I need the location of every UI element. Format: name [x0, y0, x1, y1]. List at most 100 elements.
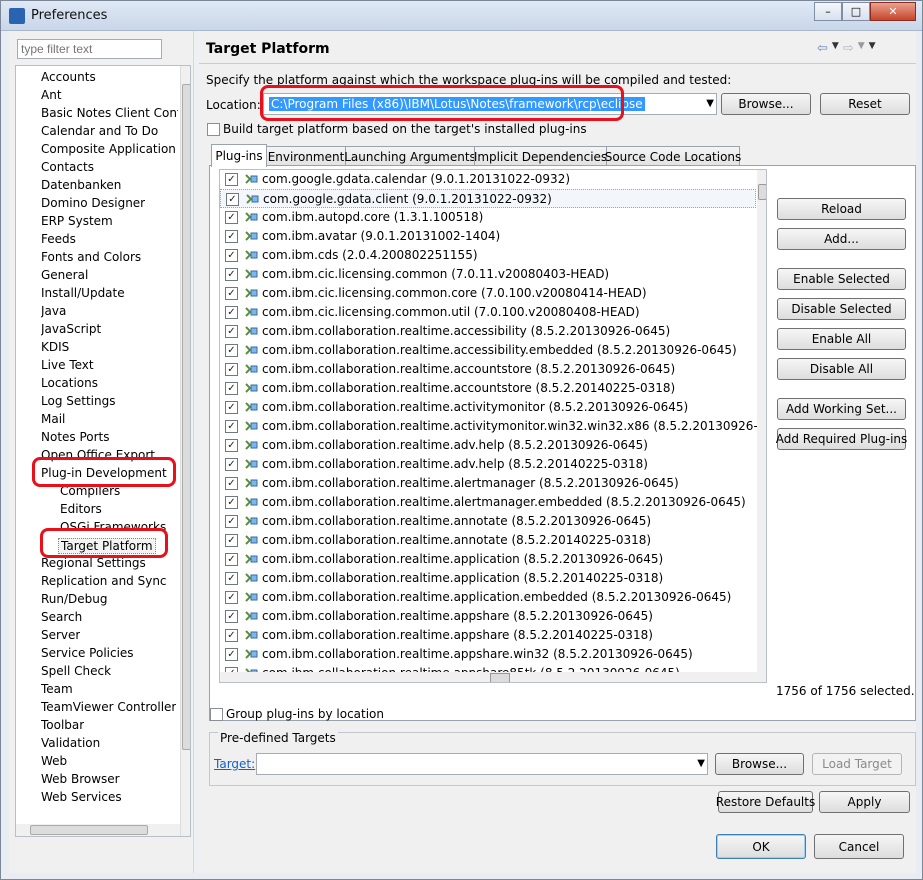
target-combo[interactable]: ▼: [256, 753, 708, 775]
tab-plug-ins[interactable]: Plug-ins: [211, 144, 267, 167]
plug-in-checkbox[interactable]: ✓: [225, 591, 238, 604]
tree-item[interactable]: Spell Check: [41, 664, 111, 678]
tree-item[interactable]: Notes Ports: [41, 430, 110, 444]
tree-scroll-thumb[interactable]: [182, 84, 190, 750]
sash[interactable]: [193, 31, 199, 873]
plug-in-row[interactable]: ✓ com.ibm.autopd.core (1.3.1.100518): [220, 208, 756, 227]
plug-in-row[interactable]: ✓ com.ibm.cic.licensing.common (7.0.11.v2…: [220, 265, 756, 284]
tree-item[interactable]: Java: [41, 304, 66, 318]
tree-item[interactable]: OSGi Frameworks: [60, 520, 166, 534]
tree-item[interactable]: Calendar and To Do: [41, 124, 158, 138]
back-dropdown-icon[interactable]: ▼: [832, 41, 839, 56]
cancel-button[interactable]: Cancel: [814, 834, 904, 859]
plug-in-row[interactable]: ✓ com.ibm.cds (2.0.4.200802251155): [220, 246, 756, 265]
list-scroll-thumb[interactable]: [758, 184, 766, 200]
forward-dropdown-icon[interactable]: ▼: [858, 41, 865, 56]
plug-in-checkbox[interactable]: ✓: [225, 249, 238, 262]
plug-in-row[interactable]: ✓ com.ibm.avatar (9.0.1.20131002-1404): [220, 227, 756, 246]
plug-in-checkbox[interactable]: ✓: [225, 382, 238, 395]
tab-implicit-dependencies[interactable]: Implicit Dependencies: [474, 146, 607, 166]
plug-in-checkbox[interactable]: ✓: [225, 648, 238, 661]
tree-item[interactable]: Toolbar: [41, 718, 84, 732]
tree-item[interactable]: Datenbanken: [41, 178, 121, 192]
tree-item[interactable]: Web Browser: [41, 772, 120, 786]
tree-item[interactable]: Log Settings: [41, 394, 115, 408]
tree-item[interactable]: Editors: [60, 502, 102, 516]
plug-in-row[interactable]: ✓ com.ibm.collaboration.realtime.annotate…: [220, 512, 756, 531]
enable-selected-button[interactable]: Enable Selected: [777, 268, 906, 290]
chevron-down-icon[interactable]: ▼: [706, 98, 714, 109]
plug-in-row[interactable]: ✓ com.ibm.collaboration.realtime.adv.help…: [220, 455, 756, 474]
plug-in-row[interactable]: ✓ com.ibm.collaboration.realtime.accounts…: [220, 360, 756, 379]
build-target-checkbox[interactable]: [207, 123, 220, 136]
plug-in-row[interactable]: ✓ com.ibm.collaboration.realtime.applicat…: [220, 550, 756, 569]
tree-item[interactable]: Web Services: [41, 790, 122, 804]
tree-item[interactable]: Regional Settings: [41, 556, 146, 570]
tree-item[interactable]: Replication and Sync: [41, 574, 167, 588]
plug-in-checkbox[interactable]: ✓: [225, 477, 238, 490]
tree-item[interactable]: Mail: [41, 412, 65, 426]
tree-item[interactable]: Live Text: [41, 358, 94, 372]
tree-item[interactable]: Web: [41, 754, 67, 768]
minimize-button[interactable]: –: [814, 2, 842, 21]
list-horizontal-scrollbar[interactable]: [220, 672, 766, 682]
back-arrow-icon[interactable]: ⇦: [817, 41, 828, 56]
tree-item[interactable]: General: [41, 268, 88, 282]
group-by-location-checkbox[interactable]: [210, 708, 223, 721]
disable-all-button[interactable]: Disable All: [777, 358, 906, 380]
reload-button[interactable]: Reload: [777, 198, 906, 220]
plug-in-row[interactable]: ✓ com.google.gdata.client (9.0.1.20131022…: [220, 189, 756, 208]
plug-in-checkbox[interactable]: ✓: [225, 306, 238, 319]
tree-item[interactable]: Locations: [41, 376, 98, 390]
tree-item[interactable]: Fonts and Colors: [41, 250, 141, 264]
plug-in-row[interactable]: ✓ com.ibm.collaboration.realtime.activity…: [220, 417, 766, 436]
tab-launching-arguments[interactable]: Launching Arguments: [344, 146, 476, 166]
list-hscroll-thumb[interactable]: [490, 673, 510, 682]
plug-in-row[interactable]: ✓ com.ibm.collaboration.realtime.activity…: [220, 398, 756, 417]
browse-location-button[interactable]: Browse...: [721, 93, 811, 115]
tree-item[interactable]: TeamViewer Controller: [41, 700, 176, 714]
plug-in-checkbox[interactable]: ✓: [225, 610, 238, 623]
tree-item[interactable]: Server: [41, 628, 80, 642]
add-button[interactable]: Add...: [777, 228, 906, 250]
plug-in-row[interactable]: ✓ com.ibm.cic.licensing.common.core (7.0.…: [220, 284, 756, 303]
load-target-button[interactable]: Load Target: [812, 753, 902, 775]
tab-environment[interactable]: Environment: [266, 146, 346, 166]
tree-item[interactable]: Open Office Export: [41, 448, 155, 462]
tree-item[interactable]: Service Policies: [41, 646, 134, 660]
plug-in-row[interactable]: ✓ com.ibm.collaboration.realtime.appshare…: [220, 607, 756, 626]
plug-in-row[interactable]: ✓ com.ibm.collaboration.realtime.accessib…: [220, 322, 756, 341]
plug-in-checkbox[interactable]: ✓: [225, 458, 238, 471]
tree-item[interactable]: Run/Debug: [41, 592, 108, 606]
tree-item[interactable]: Feeds: [41, 232, 76, 246]
add-required-plug-ins-button[interactable]: Add Required Plug-ins: [776, 428, 907, 450]
plug-in-checkbox[interactable]: ✓: [225, 344, 238, 357]
plug-in-row[interactable]: ✓ com.ibm.collaboration.realtime.accounts…: [220, 379, 756, 398]
plug-in-checkbox[interactable]: ✓: [225, 230, 238, 243]
plug-in-checkbox[interactable]: ✓: [225, 439, 238, 452]
location-combo[interactable]: C:\Program Files (x86)\IBM\Lotus\Notes\f…: [263, 93, 717, 115]
tree-horizontal-scrollbar[interactable]: [16, 824, 180, 836]
plug-in-row[interactable]: ✓ com.ibm.collaboration.realtime.applicat…: [220, 588, 756, 607]
plug-in-row[interactable]: ✓ com.google.gdata.calendar (9.0.1.201310…: [220, 170, 756, 189]
filter-input[interactable]: [17, 39, 162, 59]
plug-in-checkbox[interactable]: ✓: [225, 572, 238, 585]
plug-in-row[interactable]: ✓ com.ibm.collaboration.realtime.accessib…: [220, 341, 756, 360]
list-vertical-scrollbar[interactable]: [757, 170, 766, 672]
plug-in-row[interactable]: ✓ com.ibm.collaboration.realtime.adv.help…: [220, 436, 756, 455]
plug-in-row[interactable]: ✓ com.ibm.collaboration.realtime.appshare…: [220, 626, 756, 645]
forward-arrow-icon[interactable]: ⇨: [843, 41, 854, 56]
plug-in-checkbox[interactable]: ✓: [226, 193, 239, 206]
plug-in-checkbox[interactable]: ✓: [225, 325, 238, 338]
tree-vertical-scrollbar[interactable]: [180, 66, 190, 836]
plug-in-row[interactable]: ✓ com.ibm.collaboration.realtime.alertman…: [220, 474, 756, 493]
tree-item[interactable]: Accounts: [41, 70, 96, 84]
reset-button[interactable]: Reset: [820, 93, 910, 115]
view-menu-icon[interactable]: ▼: [869, 41, 876, 56]
enable-all-button[interactable]: Enable All: [777, 328, 906, 350]
ok-button[interactable]: OK: [716, 834, 806, 859]
tree-item[interactable]: Compilers: [60, 484, 120, 498]
tree-item[interactable]: Composite Application Editor: [41, 142, 178, 156]
disable-selected-button[interactable]: Disable Selected: [777, 298, 906, 320]
plug-in-checkbox[interactable]: ✓: [225, 287, 238, 300]
